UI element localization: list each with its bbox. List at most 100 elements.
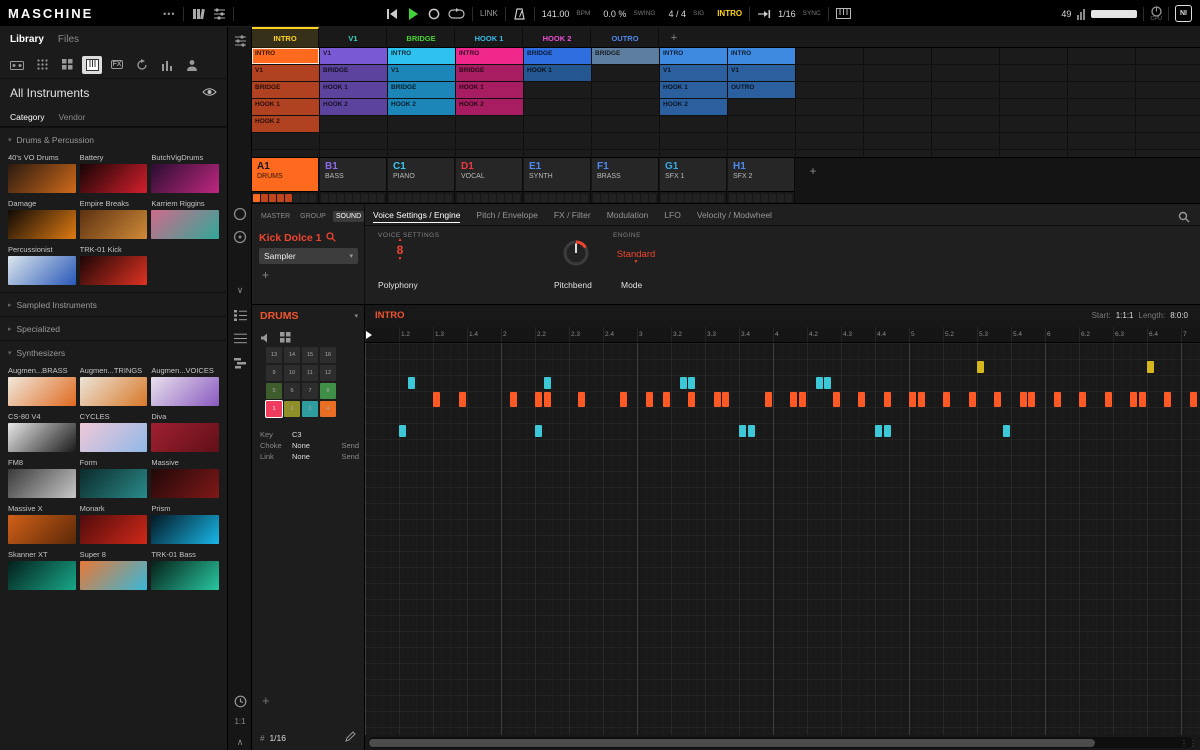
midi-note[interactable] (765, 392, 772, 407)
section-header-sampled-instruments[interactable]: ▸Sampled Instruments (0, 292, 227, 316)
pattern-slot[interactable] (389, 194, 396, 202)
bpm-value[interactable]: 141.00 (542, 9, 570, 19)
browser-tab-library[interactable]: Library (10, 34, 44, 45)
pattern-slot[interactable] (465, 194, 472, 202)
groups-icon[interactable] (32, 56, 52, 74)
pattern-slot[interactable] (557, 194, 564, 202)
pattern-slot[interactable] (785, 194, 792, 202)
polyphony-control[interactable]: ▲ 8 ▼ (380, 238, 420, 262)
product-item[interactable]: Super 8 (80, 548, 148, 590)
pad-3[interactable]: 3 (302, 401, 318, 417)
pattern-name[interactable]: INTRO (375, 310, 405, 321)
pattern-slot[interactable] (261, 194, 268, 202)
horizontal-scrollbar[interactable] (368, 737, 1193, 748)
pattern-slot[interactable] (481, 194, 488, 202)
product-item[interactable]: Augmen...TRINGS (80, 364, 148, 406)
product-item[interactable]: Massive X (8, 502, 76, 544)
midi-note[interactable] (977, 361, 984, 373)
scope-tab-sound[interactable]: SOUND (333, 211, 364, 222)
mode-selector[interactable]: Standard ▼ (611, 250, 661, 265)
midi-note[interactable] (1130, 392, 1137, 407)
group-header[interactable]: A1DRUMS (252, 158, 319, 191)
chevron-down-icon[interactable]: ∨ (228, 285, 252, 296)
pad-5[interactable]: 5 (266, 383, 282, 399)
pattern-slot[interactable] (345, 194, 352, 202)
product-item[interactable]: CYCLES (80, 410, 148, 452)
midi-note[interactable] (544, 392, 551, 407)
product-item[interactable]: CS-80 V4 (8, 410, 76, 452)
clock-icon[interactable] (228, 695, 252, 708)
pattern-slot[interactable] (753, 194, 760, 202)
section-header-specialized[interactable]: ▸Specialized (0, 316, 227, 340)
pattern-slot[interactable] (525, 194, 532, 202)
pattern-slot[interactable] (337, 194, 344, 202)
pattern-clip-bridge[interactable]: BRIDGE (524, 48, 591, 64)
pattern-start-value[interactable]: 1:1:1 (1116, 311, 1134, 320)
record-button[interactable] (427, 6, 441, 22)
pattern-slot[interactable] (565, 194, 572, 202)
pattern-clip-hook-2[interactable]: HOOK 2 (660, 99, 727, 115)
timeline-ruler[interactable]: 1.21.31.422.22.32.433.23.33.444.24.34.45… (365, 327, 1200, 343)
midi-note[interactable] (1079, 392, 1086, 407)
pattern-slot[interactable] (309, 194, 316, 202)
section-header-drums-percussion[interactable]: ▾Drums & Percussion (0, 127, 227, 151)
group-header[interactable]: B1BASS (320, 158, 387, 191)
pattern-slot[interactable] (649, 194, 656, 202)
pad-12[interactable]: 12 (320, 365, 336, 381)
product-item[interactable]: Form (80, 456, 148, 498)
group-a1[interactable]: A1DRUMS (252, 158, 319, 204)
pattern-slot[interactable] (737, 194, 744, 202)
midi-note[interactable] (943, 392, 950, 407)
pad-11[interactable]: 11 (302, 365, 318, 381)
pattern-slot[interactable] (329, 194, 336, 202)
pad-14[interactable]: 14 (284, 347, 300, 363)
polyphony-value[interactable]: 8 (397, 244, 404, 256)
plugin-chain-icon[interactable] (228, 230, 252, 244)
product-item[interactable]: Prism (151, 502, 219, 544)
filter-tab-vendor[interactable]: Vendor (59, 112, 86, 122)
pattern-slot[interactable] (353, 194, 360, 202)
pattern-clip-bridge[interactable]: BRIDGE (592, 48, 659, 64)
pattern-slot[interactable] (761, 194, 768, 202)
product-item[interactable]: Empire Breaks (80, 197, 148, 239)
product-item[interactable]: Damage (8, 197, 76, 239)
midi-note[interactable] (680, 377, 687, 389)
oneshots-icon[interactable] (157, 56, 177, 74)
scene-tab-bridge[interactable]: BRIDGE (388, 27, 455, 48)
scrollbar-thumb[interactable] (369, 739, 1095, 747)
pattern-slot[interactable] (685, 194, 692, 202)
pattern-slot[interactable] (489, 194, 496, 202)
loops-icon[interactable] (132, 56, 152, 74)
pattern-slot[interactable] (513, 194, 520, 202)
add-plugin-button[interactable]: + (262, 268, 269, 282)
pattern-slot[interactable] (253, 194, 260, 202)
param-value[interactable]: None (292, 452, 310, 461)
product-item[interactable]: Monark (80, 502, 148, 544)
group-f1[interactable]: F1BRASS (592, 158, 659, 204)
midi-note[interactable] (1003, 425, 1010, 437)
pattern-list-icon[interactable] (228, 310, 252, 321)
keyboard-icon[interactable] (836, 6, 851, 22)
midi-note[interactable] (510, 392, 517, 407)
scene-tab-hook-2[interactable]: HOOK 2 (524, 27, 591, 48)
pattern-slot[interactable] (661, 194, 668, 202)
plugin-selector[interactable]: Sampler ▾ (259, 248, 358, 264)
midi-note[interactable] (408, 377, 415, 389)
midi-note[interactable] (790, 392, 797, 407)
midi-note[interactable] (578, 392, 585, 407)
pattern-clip-intro[interactable]: INTRO (252, 48, 319, 64)
pattern-clip-hook-1[interactable]: HOOK 1 (252, 99, 319, 115)
perf-grid-value[interactable]: 1/16 (778, 9, 796, 19)
param-value[interactable]: None (292, 441, 310, 450)
scene-tab-hook-1[interactable]: HOOK 1 (456, 27, 523, 48)
chevron-up-icon[interactable]: ∧ (228, 737, 252, 748)
pitchbend-knob[interactable] (561, 238, 591, 273)
pattern-slot[interactable] (701, 194, 708, 202)
midi-note[interactable] (1020, 392, 1027, 407)
add-group-button[interactable]: + (804, 164, 822, 178)
midi-note[interactable] (1054, 392, 1061, 407)
pattern-clip-intro[interactable]: INTRO (728, 48, 795, 64)
pad-16[interactable]: 16 (320, 347, 336, 363)
pattern-slot[interactable] (437, 194, 444, 202)
pattern-clip-v1[interactable]: V1 (320, 48, 387, 64)
